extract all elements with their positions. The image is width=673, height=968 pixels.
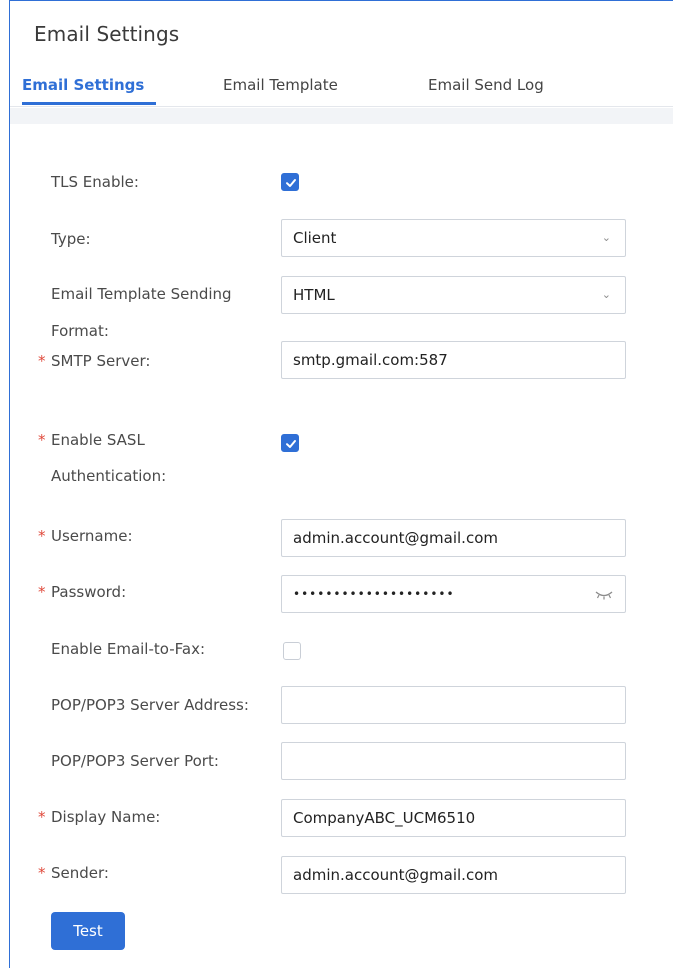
page-title: Email Settings (34, 22, 180, 46)
username-label: Username: (51, 527, 133, 545)
type-select-value: Client (293, 229, 337, 247)
required-marker: * (38, 864, 46, 882)
pop-server-address-label: POP/POP3 Server Address: (51, 696, 249, 714)
password-input[interactable]: •••••••••••••••••••• (281, 575, 626, 613)
active-tab-indicator (22, 102, 156, 105)
tab-email-settings[interactable]: Email Settings (22, 76, 144, 94)
enable-sasl-checkbox[interactable] (281, 434, 299, 452)
tls-enable-label: TLS Enable: (51, 173, 139, 191)
check-icon (286, 179, 296, 187)
username-input[interactable]: admin.account@gmail.com (281, 519, 626, 557)
display-name-label: Display Name: (51, 808, 161, 826)
chevron-down-icon: ⌄ (601, 288, 611, 301)
smtp-server-input[interactable]: smtp.gmail.com:587 (281, 341, 626, 379)
template-format-select[interactable]: HTML ⌄ (281, 276, 626, 314)
required-marker: * (38, 431, 46, 449)
tls-enable-checkbox[interactable] (281, 173, 299, 191)
sender-label: Sender: (51, 864, 109, 882)
enable-sasl-label-line1: Enable SASL (51, 431, 145, 449)
tab-bar: Email Settings Email Template Email Send… (10, 62, 673, 107)
section-divider (10, 108, 673, 124)
sender-input[interactable]: admin.account@gmail.com (281, 856, 626, 894)
type-select[interactable]: Client ⌄ (281, 219, 626, 257)
required-marker: * (38, 527, 46, 545)
eye-closed-icon[interactable] (595, 590, 613, 600)
tab-email-send-log[interactable]: Email Send Log (428, 76, 544, 94)
enable-sasl-label-line2: Authentication: (51, 467, 167, 485)
check-icon (286, 440, 296, 448)
template-format-label-line2: Format: (51, 322, 109, 340)
smtp-server-label: SMTP Server: (51, 352, 151, 370)
required-marker: * (38, 583, 46, 601)
display-name-input[interactable]: CompanyABC_UCM6510 (281, 799, 626, 837)
type-label: Type: (51, 230, 91, 248)
required-marker: * (38, 352, 46, 370)
tab-email-template[interactable]: Email Template (223, 76, 338, 94)
required-marker: * (38, 808, 46, 826)
password-masked-value: •••••••••••••••••••• (293, 587, 455, 601)
test-button[interactable]: Test (51, 912, 125, 950)
email-to-fax-checkbox[interactable] (283, 642, 301, 660)
template-format-label-line1: Email Template Sending (51, 285, 232, 303)
template-format-select-value: HTML (293, 286, 335, 304)
email-to-fax-label: Enable Email-to-Fax: (51, 640, 206, 658)
pop-server-address-input[interactable] (281, 686, 626, 724)
pop-server-port-input[interactable] (281, 742, 626, 780)
chevron-down-icon: ⌄ (601, 231, 611, 244)
password-label: Password: (51, 583, 127, 601)
pop-server-port-label: POP/POP3 Server Port: (51, 752, 219, 770)
